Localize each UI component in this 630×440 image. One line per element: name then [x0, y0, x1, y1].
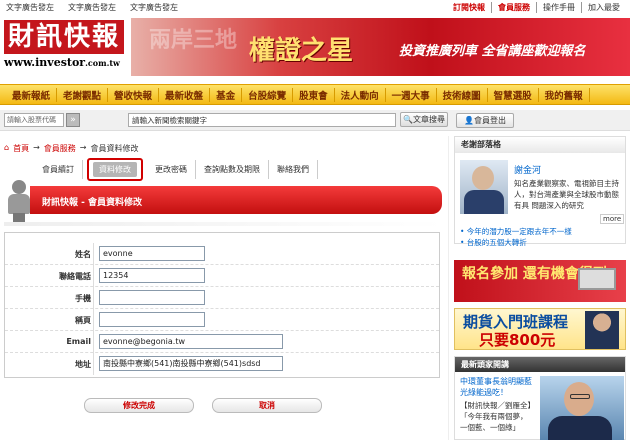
member-icon: 👤	[464, 116, 474, 125]
news-headline[interactable]: 中環董事長翁明顯藍光綠能過吃！	[460, 376, 532, 398]
form-row-email: Email	[5, 331, 439, 353]
member-service-link[interactable]: 會員服務	[491, 2, 536, 13]
breadcrumb-separator: →	[33, 143, 40, 152]
subscribe-link[interactable]: 訂閱快報	[447, 2, 491, 13]
nav-charts[interactable]: 技術線圖	[437, 87, 488, 102]
form-row-mobile: 手機	[5, 287, 439, 309]
submit-button[interactable]: 修改完成	[84, 398, 194, 413]
nav-revenue[interactable]: 營收快報	[108, 87, 160, 102]
phone-label: 聯絡電話	[59, 272, 91, 281]
analyst-photo[interactable]	[460, 160, 508, 214]
tab-contact[interactable]: 聯絡我們	[269, 160, 318, 179]
text-ad-3[interactable]: 文字廣告發左	[130, 2, 178, 13]
stock-search-button[interactable]: »	[66, 113, 80, 127]
tab-edit-profile[interactable]: 資料修改	[87, 158, 143, 181]
add-favorite-link[interactable]: 加入最愛	[581, 2, 626, 13]
nav-opinion[interactable]: 老謝觀點	[57, 87, 109, 102]
text-ad-1[interactable]: 文字廣告發左	[6, 2, 54, 13]
top-text-ads: 文字廣告發左 文字廣告發左 文字廣告發左	[0, 2, 186, 13]
form-row-address: 地址	[5, 353, 439, 375]
form-buttons: 修改完成 取消	[84, 398, 322, 413]
analyst-article-link-1[interactable]: • 今年的潛力股一定跟去年不一樣	[460, 226, 572, 237]
news-body: 【財訊快報／劉雁全】「今年我有兩個夢，一個藍、一個綠」	[460, 401, 532, 432]
banner-deco-text: 兩岸三地	[149, 27, 238, 53]
site-url: www.investor.com.tw	[4, 56, 120, 69]
email-input[interactable]	[99, 334, 283, 349]
form-row-phone: 聯絡電話	[5, 265, 439, 287]
nav-archive[interactable]: 我的舊報	[539, 87, 590, 102]
name-input[interactable]	[99, 246, 205, 261]
text-ad-2[interactable]: 文字廣告發左	[68, 2, 116, 13]
analyst-name[interactable]: 謝金河	[514, 163, 541, 176]
tab-points[interactable]: 查詢點數及期限	[196, 160, 269, 179]
title-label: 稱頁	[75, 316, 91, 325]
news-photo[interactable]	[540, 376, 624, 440]
more-link[interactable]: more	[600, 214, 625, 224]
address-label: 地址	[75, 360, 91, 369]
nav-stock-picker[interactable]: 智慧選股	[488, 87, 539, 102]
breadcrumb-home[interactable]: 首頁	[13, 143, 29, 154]
nav-taiwan-stocks[interactable]: 台股綜覽	[242, 87, 294, 102]
column-divider	[448, 136, 449, 440]
top-utility-nav: 訂閱快報 會員服務 操作手冊 加入最愛	[447, 2, 626, 13]
section-header: 財訊快報 - 會員資料修改	[30, 186, 442, 214]
banner-subtitle: 投資推廣列車 全省講座歡迎報名	[399, 44, 586, 59]
tab-change-password[interactable]: 更改密碼	[147, 160, 196, 179]
mobile-input[interactable]	[99, 290, 205, 305]
cancel-button[interactable]: 取消	[212, 398, 322, 413]
section-title: 財訊快報 - 會員資料修改	[42, 198, 143, 208]
article-search-button[interactable]: 🔍文章搜尋	[400, 112, 448, 127]
banner-ad[interactable]: 兩岸三地 權證之星 投資推廣列車 全省講座歡迎報名	[131, 18, 630, 76]
analyst-box-title: 老謝部落格	[455, 137, 625, 153]
form-row-name: 姓名	[5, 243, 439, 265]
site-logo[interactable]: 財訊快報	[4, 20, 124, 54]
member-tabs: 會員續訂 資料修改 更改密碼 查詢點數及期限 聯絡我們	[34, 158, 318, 181]
futures-course-ad[interactable]: 期貨入門班課程 只要800元	[454, 308, 626, 350]
phone-input[interactable]	[99, 268, 205, 283]
nav-weekly[interactable]: 一週大事	[386, 87, 437, 102]
laptop-icon	[578, 268, 616, 290]
home-icon[interactable]: ⌂	[4, 143, 9, 154]
address-input[interactable]	[99, 356, 283, 371]
profile-form: 姓名 聯絡電話 手機 稱頁 Email 地址	[4, 232, 440, 378]
futures-ad-price: 只要800元	[479, 331, 556, 349]
name-label: 姓名	[75, 250, 91, 259]
news-box-title: 最新頭家開講	[455, 357, 625, 372]
breadcrumb-separator: →	[79, 143, 87, 152]
tab-renew[interactable]: 會員續訂	[34, 160, 83, 179]
stock-code-input[interactable]: 請輸入股票代碼	[4, 113, 64, 127]
manual-link[interactable]: 操作手冊	[536, 2, 581, 13]
nav-fund[interactable]: 基金	[210, 87, 243, 102]
mobile-label: 手機	[75, 294, 91, 303]
logout-button[interactable]: 👤會員登出	[456, 113, 514, 128]
presenter-image	[585, 311, 619, 349]
analyst-description: 知名產業觀察家、電視節目主持人，對台灣產業與全球股市動態有具 問題深入的研究	[514, 179, 619, 210]
header-shadow	[4, 222, 444, 226]
title-input[interactable]	[99, 312, 205, 327]
email-label: Email	[66, 337, 91, 346]
signup-ad[interactable]: 報名參加 還有機會得到	[454, 260, 626, 302]
analyst-article-link-2[interactable]: • 台股的五個大轉折	[460, 237, 527, 248]
news-search-input[interactable]: 請輸入新聞檢索關鍵字	[128, 113, 396, 127]
form-row-title: 稱頁	[5, 309, 439, 331]
nav-closing[interactable]: 最新收盤	[159, 87, 211, 102]
breadcrumb: ⌂ 首頁 → 會員服務 → 會員資料修改	[4, 143, 138, 154]
breadcrumb-current: 會員資料修改	[90, 144, 139, 153]
main-nav: 最新報紙 老謝觀點 營收快報 最新收盤 基金 台股綜覽 股東會 法人動向 一週大…	[0, 84, 630, 105]
nav-institutions[interactable]: 法人動向	[335, 87, 386, 102]
nav-shareholders[interactable]: 股東會	[293, 87, 335, 102]
banner-title: 權證之星	[249, 36, 354, 66]
nav-latest-paper[interactable]: 最新報紙	[0, 87, 58, 102]
breadcrumb-member-service[interactable]: 會員服務	[44, 143, 76, 154]
search-icon: 🔍	[403, 115, 413, 124]
